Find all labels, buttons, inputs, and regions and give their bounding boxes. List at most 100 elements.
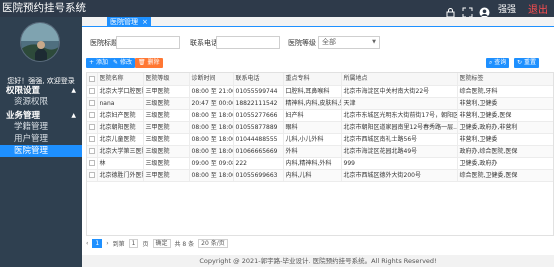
- table-cell: 08:00 至 21:00: [189, 85, 234, 98]
- table-cell: 01055699663: [233, 169, 284, 182]
- column-header[interactable]: 重点专科: [283, 73, 342, 86]
- row-select-cell[interactable]: [87, 109, 98, 122]
- username[interactable]: 强强: [498, 2, 516, 15]
- menu-head-permissions[interactable]: 权限设置 ▲: [0, 84, 82, 96]
- table-cell: 北京儿童医院: [97, 133, 144, 146]
- close-icon[interactable]: ×: [142, 17, 148, 27]
- column-header[interactable]: 所属地点: [341, 73, 458, 86]
- table-cell: 政府办,综合医院,医保: [457, 145, 553, 158]
- table-row[interactable]: 北京妇产医院 三级医院 08:00 至 18:00 01055277666 妇产科 北京市…: [87, 109, 553, 122]
- row-select-cell[interactable]: [87, 97, 98, 110]
- search-button-label: 查询: [494, 59, 507, 66]
- prev-page-icon[interactable]: ‹: [86, 240, 88, 247]
- search-button[interactable]: ⌕ 查询: [486, 58, 510, 68]
- table-cell: 三级医院: [143, 133, 190, 146]
- pencil-icon: ✎: [113, 59, 119, 66]
- table-cell: 精神科,内科,皮肤科,外科: [283, 97, 342, 110]
- column-header[interactable]: 医院名称: [97, 73, 144, 86]
- search-form: 医院标题 联系电话 医院等级 全部 ▼: [82, 36, 554, 50]
- table-cell: 天津: [341, 97, 458, 110]
- row-select-cell[interactable]: [87, 169, 98, 182]
- table-cell: 三级医院: [143, 145, 190, 158]
- row-checkbox[interactable]: [89, 112, 95, 118]
- menu-head-label: 业务管理: [6, 111, 41, 121]
- sidebar: 您好！强强, 欢迎登录 权限设置 ▲ 资源权限 业务管理 ▲ 学籍管理 用户管理…: [0, 17, 82, 267]
- select-all-checkbox[interactable]: [89, 75, 95, 82]
- column-header[interactable]: 联系电话: [233, 73, 284, 86]
- table-cell: 北京市西城区德外大街200号: [341, 169, 458, 182]
- add-button[interactable]: + 添加: [86, 58, 111, 68]
- level-label: 医院等级: [288, 39, 316, 47]
- table-row[interactable]: 北京朝阳医院 三甲医院 08:00 至 18:00 01055877889 眼科 北京市朝…: [87, 121, 553, 134]
- row-select-cell[interactable]: [87, 157, 98, 170]
- search-icon: ⌕: [489, 59, 493, 66]
- goto-page-input[interactable]: 1: [128, 238, 139, 248]
- column-header[interactable]: 医院标签: [457, 73, 553, 86]
- table-cell: 三甲医院: [143, 85, 190, 98]
- table-cell: 三级医院: [143, 157, 190, 170]
- row-checkbox[interactable]: [89, 100, 95, 106]
- table-cell: 内科,精神科,外科: [283, 157, 342, 170]
- table-cell: 三甲医院: [143, 121, 190, 134]
- menu-item-hospital-management[interactable]: 医院管理: [0, 145, 82, 157]
- top-bar: 医院预约挂号系统 强强 退出: [0, 0, 554, 18]
- table-row[interactable]: 北京大学第三医院 三级医院 08:00 至 18:00 01066665669 外科 北京…: [87, 145, 553, 158]
- row-checkbox[interactable]: [89, 160, 95, 166]
- row-select-cell[interactable]: [87, 133, 98, 146]
- select-all-cell[interactable]: [87, 73, 98, 86]
- row-checkbox[interactable]: [89, 136, 95, 142]
- row-checkbox[interactable]: [89, 172, 95, 178]
- column-header[interactable]: 医院等级: [143, 73, 190, 86]
- user-icon[interactable]: [479, 3, 490, 18]
- row-checkbox[interactable]: [89, 124, 95, 130]
- row-checkbox[interactable]: [89, 88, 95, 94]
- delete-button[interactable]: 🗑 删除: [135, 58, 163, 68]
- row-select-cell[interactable]: [87, 121, 98, 134]
- table-header-row: 医院名称 医院等级 诊断时间 联系电话 重点专科 所属地点 医院标签: [87, 73, 553, 86]
- page-current[interactable]: 1: [92, 238, 103, 248]
- table-cell: 08:00 至 18:00: [189, 133, 234, 146]
- menu-item-resource-permissions[interactable]: 资源权限: [0, 96, 82, 108]
- table-row[interactable]: 北京儿童医院 三级医院 08:00 至 18:00 01044488555 儿科,小儿外…: [87, 133, 553, 146]
- menu-item-user-management[interactable]: 用户管理: [0, 133, 82, 145]
- table-cell: 20:47 至 00:00: [189, 97, 234, 110]
- table-row[interactable]: 北京德胜门外医院 三甲医院 08:00 至 18:00 01055699663 内科,儿…: [87, 169, 553, 182]
- table-cell: 妇产科: [283, 109, 342, 122]
- next-page-icon[interactable]: ›: [106, 240, 108, 247]
- level-select[interactable]: 全部 ▼: [318, 36, 380, 49]
- table-cell: 北京市海淀区花园北路49号: [341, 145, 458, 158]
- menu-head-business[interactable]: 业务管理 ▲: [0, 109, 82, 121]
- table-cell: 01055877889: [233, 121, 284, 134]
- table-cell: 林: [97, 157, 144, 170]
- avatar: [20, 22, 60, 62]
- goto-prefix: 到第: [112, 240, 125, 248]
- edit-button[interactable]: ✎ 修改: [110, 58, 135, 68]
- phone-input[interactable]: [216, 36, 280, 49]
- table-row[interactable]: 北京大学口腔医院 三甲医院 08:00 至 21:00 01055599744 口腔科,…: [87, 85, 553, 98]
- column-header[interactable]: 诊断时间: [189, 73, 234, 86]
- table-row[interactable]: nana 三级医院 20:47 至 00:00 18822111542 精神科,内科,皮…: [87, 97, 553, 110]
- hospital-table: 医院名称 医院等级 诊断时间 联系电话 重点专科 所属地点 医院标签 北京大学口…: [86, 72, 554, 236]
- menu-item-student-management[interactable]: 学籍管理: [0, 121, 82, 133]
- reset-button[interactable]: ↻ 重置: [514, 58, 539, 68]
- row-select-cell[interactable]: [87, 145, 98, 158]
- table-cell: 09:00 至 09:08: [189, 157, 234, 170]
- table-row[interactable]: 林三级医院 09:00 至 09:08 222 内科,精神科,外科 999 卫健委,政府办: [87, 157, 553, 170]
- table-cell: nana: [97, 97, 144, 110]
- table-cell: 综合医院,卫健委,医保: [457, 169, 553, 182]
- reset-button-label: 重置: [523, 59, 536, 66]
- table-cell: 08:00 至 18:00: [189, 109, 234, 122]
- tab-label: 医院管理: [110, 18, 138, 26]
- goto-confirm-button[interactable]: 确定: [152, 238, 171, 248]
- logout-button[interactable]: 退出: [528, 1, 548, 16]
- fullscreen-icon[interactable]: [462, 3, 473, 18]
- lock-icon[interactable]: [445, 3, 456, 18]
- table-cell: 01044488555: [233, 133, 284, 146]
- hospital-name-input[interactable]: [116, 36, 180, 49]
- table-cell: 儿科,小儿外科: [283, 133, 342, 146]
- row-checkbox[interactable]: [89, 148, 95, 154]
- level-select-value: 全部: [322, 38, 336, 46]
- per-page-select[interactable]: 20 条/页: [198, 238, 228, 248]
- tab-hospital-management[interactable]: 医院管理 ×: [107, 17, 151, 27]
- row-select-cell[interactable]: [87, 85, 98, 98]
